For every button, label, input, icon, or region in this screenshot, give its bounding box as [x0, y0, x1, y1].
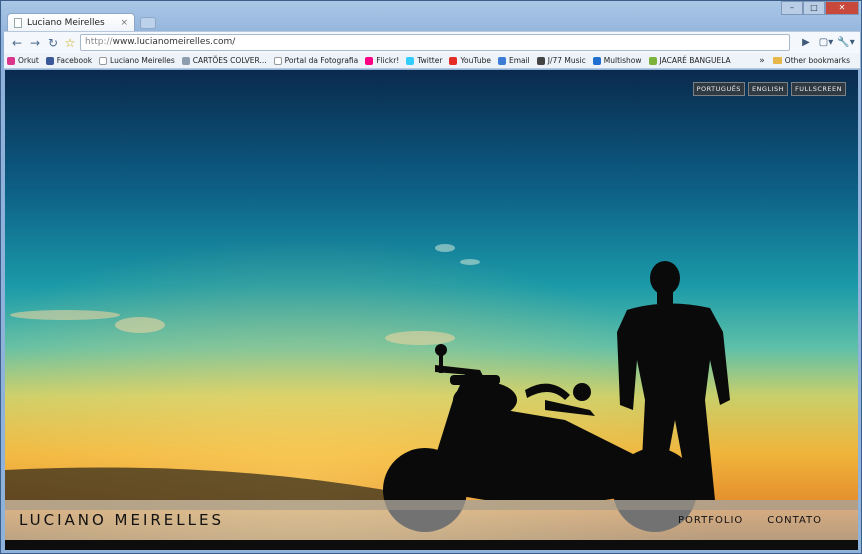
facebook-icon — [45, 56, 54, 65]
page-icon — [99, 56, 108, 65]
bookmark-label: Portal da Fotografia — [284, 56, 359, 65]
address-bar[interactable]: http://www.lucianomeirelles.com/ — [80, 34, 790, 51]
hero-photo — [5, 70, 858, 550]
tab-active[interactable]: Luciano Meirelles × — [7, 13, 135, 31]
bookmark-label: Multishow — [603, 56, 642, 65]
forward-button[interactable]: → — [26, 34, 44, 52]
page-icon — [273, 56, 282, 65]
language-english-button[interactable]: English — [747, 82, 788, 96]
bookmark-item[interactable]: J/77 Music — [536, 56, 586, 65]
email-icon — [497, 56, 506, 65]
folder-icon — [772, 57, 782, 64]
bookmark-label: Luciano Meirelles — [110, 56, 175, 65]
window-controls: – □ ✕ — [781, 1, 859, 15]
reload-button[interactable]: ↻ — [44, 34, 62, 52]
bookmark-star-icon[interactable]: ☆ — [62, 36, 78, 50]
bookmark-label: Facebook — [56, 56, 93, 65]
tab-title: Luciano Meirelles — [27, 17, 105, 28]
bottom-strip — [5, 540, 858, 550]
back-button[interactable]: ← — [8, 34, 26, 52]
minimize-button[interactable]: – — [781, 1, 803, 15]
url-protocol: http:// — [85, 37, 113, 47]
bookmark-item[interactable]: CARTÕES COLVER... — [181, 56, 267, 65]
browser-toolbar: ← → ↻ ☆ http://www.lucianomeirelles.com/… — [4, 31, 860, 53]
web-page: Português English Fullscreen LUCIANO MEI… — [5, 70, 858, 550]
bookmark-label: Flickr! — [376, 56, 400, 65]
jacare-icon — [648, 56, 657, 65]
other-bookmarks-label: Other bookmarks — [784, 56, 850, 65]
wrench-menu-button[interactable]: 🔧▾ — [836, 34, 856, 52]
bookmark-item[interactable]: Facebook — [45, 56, 93, 65]
browser-window: Luciano Meirelles × – □ ✕ ← → ↻ ☆ http:/… — [0, 0, 862, 554]
new-tab-button[interactable] — [140, 17, 156, 29]
orkut-icon — [7, 56, 15, 65]
bookmark-item[interactable]: Email — [497, 56, 530, 65]
twitter-icon — [406, 56, 415, 65]
bookmarks-overflow-icon[interactable]: » — [759, 56, 765, 66]
music-icon — [536, 56, 545, 65]
fullscreen-button[interactable]: Fullscreen — [791, 82, 846, 96]
site-icon — [181, 56, 190, 65]
nav-portfolio-link[interactable]: PORTFOLIO — [678, 515, 743, 526]
language-portuguese-button[interactable]: Português — [692, 82, 745, 96]
site-footer-bar: LUCIANO MEIRELLES PORTFOLIO CONTATO — [5, 500, 858, 540]
bookmark-label: Twitter — [417, 56, 443, 65]
bookmark-label: JACARÉ BANGUELA — [659, 56, 731, 65]
bookmark-item[interactable]: Luciano Meirelles — [99, 56, 175, 65]
bookmark-label: YouTube — [460, 56, 491, 65]
bookmark-item[interactable]: Multishow — [592, 56, 642, 65]
tab-close-icon[interactable]: × — [120, 18, 128, 28]
bookmarks-list: Orkut Facebook Luciano Meirelles CARTÕES CO… — [7, 56, 738, 65]
bookmarks-bar: Orkut Facebook Luciano Meirelles CARTÕES CO… — [4, 53, 860, 69]
youtube-icon — [449, 56, 458, 65]
close-button[interactable]: ✕ — [825, 1, 859, 15]
flickr-icon — [365, 56, 374, 65]
other-bookmarks[interactable]: Other bookmarks — [772, 56, 850, 65]
nav-contato-link[interactable]: CONTATO — [767, 515, 822, 526]
multishow-icon — [592, 56, 601, 65]
go-button[interactable]: ▶ — [796, 34, 816, 52]
bookmark-label: Orkut — [18, 56, 39, 65]
bookmark-item[interactable]: Flickr! — [365, 56, 399, 65]
bookmark-label: CARTÕES COLVER... — [192, 56, 267, 65]
site-logo[interactable]: LUCIANO MEIRELLES — [19, 511, 224, 529]
bookmark-item[interactable]: Portal da Fotografia — [273, 56, 359, 65]
tab-strip: Luciano Meirelles × – □ ✕ — [1, 1, 862, 31]
bookmark-item[interactable]: YouTube — [449, 56, 491, 65]
bookmark-item[interactable]: JACARÉ BANGUELA — [648, 56, 731, 65]
maximize-button[interactable]: □ — [803, 1, 825, 15]
bookmark-item[interactable]: Twitter — [406, 56, 442, 65]
page-menu-button[interactable]: ▢▾ — [816, 34, 836, 52]
site-nav: PORTFOLIO CONTATO — [678, 515, 822, 526]
bookmark-label: Email — [508, 56, 530, 65]
language-menu: Português English Fullscreen — [692, 82, 846, 96]
url-host: www.lucianomeirelles.com/ — [112, 37, 236, 47]
bookmark-item[interactable]: Orkut — [7, 56, 39, 65]
bookmark-label: J/77 Music — [547, 56, 586, 65]
page-icon — [14, 17, 22, 28]
